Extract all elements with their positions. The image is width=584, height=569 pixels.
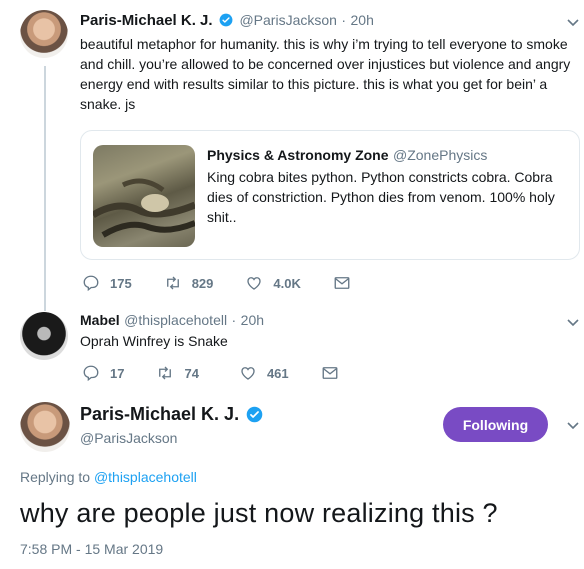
chevron-down-icon[interactable] — [566, 18, 580, 28]
replying-prefix: Replying to — [20, 469, 91, 485]
avatar[interactable] — [20, 10, 68, 58]
envelope-icon — [334, 277, 350, 289]
tweet-time[interactable]: 20h — [241, 312, 264, 328]
reply-icon — [83, 365, 99, 382]
retweet-count: 829 — [191, 275, 214, 291]
tweet-text: beautiful metaphor for humanity. this is… — [80, 36, 571, 112]
quoted-tweet-text: King cobra bites python. Python constric… — [207, 169, 555, 225]
retweet-icon — [166, 276, 179, 290]
heart-icon — [241, 367, 255, 380]
author-handle[interactable]: @ParisJackson — [239, 12, 336, 28]
reply-button[interactable]: 175 — [82, 274, 132, 292]
quoted-author-handle: @ZonePhysics — [392, 147, 488, 163]
dot-separator: · — [341, 12, 347, 28]
like-button[interactable]: 461 — [239, 364, 289, 382]
avatar[interactable] — [20, 312, 68, 360]
verified-badge-icon — [219, 13, 233, 27]
chevron-down-icon[interactable] — [566, 318, 580, 328]
dot-separator: · — [231, 312, 237, 328]
retweet-button[interactable]: 74 — [156, 364, 199, 382]
retweet-button[interactable]: 829 — [164, 274, 214, 292]
tweet-header: Paris-Michael K. J. @ParisJackson · 20h — [80, 12, 374, 30]
tweet-header: Mabel @thisplacehotell · 20h — [80, 312, 264, 330]
main-author[interactable]: Paris-Michael K. J. — [80, 404, 265, 425]
retweet-icon — [159, 366, 172, 380]
author-name[interactable]: Paris-Michael K. J. — [80, 404, 239, 424]
snake-photo-graphic — [93, 178, 195, 238]
tweet-timestamp[interactable]: 7:58 PM - 15 Mar 2019 — [20, 541, 163, 557]
reply-count: 175 — [110, 275, 132, 291]
quoted-tweet-image — [93, 145, 195, 247]
following-button[interactable]: Following — [443, 407, 548, 442]
dm-button[interactable] — [321, 364, 339, 382]
thread-connector-line — [44, 66, 46, 311]
replying-to: Replying to @thisplacehotell — [20, 469, 197, 485]
reply-count: 17 — [110, 365, 125, 381]
like-button[interactable]: 4.0K — [245, 274, 301, 292]
heart-icon — [247, 277, 262, 290]
avatar[interactable] — [20, 402, 70, 452]
replying-to-link[interactable]: @thisplacehotell — [94, 469, 197, 485]
tweet-actions: 175 829 4.0K — [82, 274, 383, 292]
chevron-down-icon[interactable] — [566, 421, 580, 431]
author-handle[interactable]: @ParisJackson — [80, 430, 177, 446]
retweet-count: 74 — [184, 365, 199, 381]
reply-button[interactable]: 17 — [82, 364, 124, 382]
author-name[interactable]: Paris-Michael K. J. — [80, 12, 213, 29]
like-count: 461 — [266, 365, 289, 381]
author-handle[interactable]: @thisplacehotell — [124, 312, 227, 328]
like-count: 4.0K — [273, 275, 301, 291]
quoted-author-name: Physics & Astronomy Zone — [207, 147, 389, 163]
reply-icon — [83, 275, 99, 292]
quoted-tweet-card[interactable]: Physics & Astronomy Zone @ZonePhysics Ki… — [80, 130, 580, 260]
verified-badge-icon — [246, 406, 262, 423]
envelope-icon — [322, 367, 338, 379]
tweet-time[interactable]: 20h — [351, 12, 374, 28]
tweet-text: Oprah Winfrey is Snake — [80, 333, 228, 349]
main-tweet-text: why are people just now realizing this ? — [20, 498, 498, 528]
dm-button[interactable] — [333, 274, 351, 292]
author-name[interactable]: Mabel — [80, 312, 120, 328]
tweet-actions: 17 74 461 — [82, 364, 371, 382]
